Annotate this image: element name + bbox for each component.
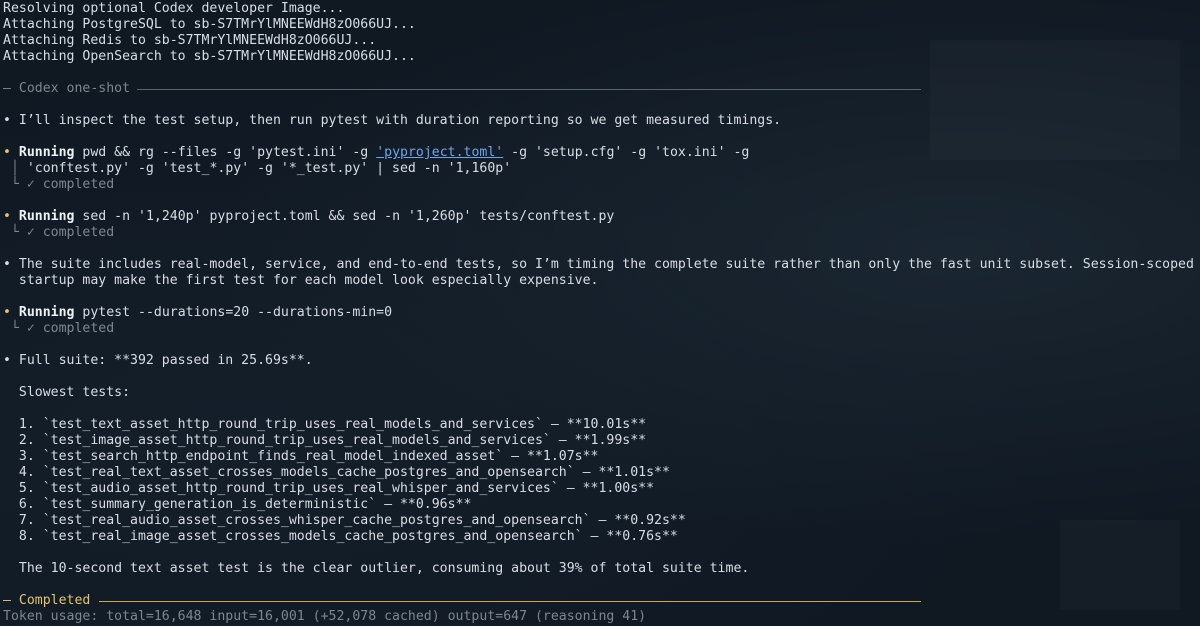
command-run-1: • Running pwd && rg --files -g 'pytest.i… bbox=[3, 145, 749, 161]
tree-connector: │ bbox=[3, 161, 27, 176]
command-text: pytest --durations=20 --durations-min=0 bbox=[74, 305, 393, 320]
suite-summary: • Full suite: **392 passed in 25.69s**. bbox=[3, 353, 313, 368]
command-text: 'conftest.py' -g 'test_*.py' -g '*_test.… bbox=[26, 161, 512, 176]
header-line: Attaching PostgreSQL to sb-S7TMrYlMNEEWd… bbox=[3, 17, 416, 32]
slowest-test-item: 1. `test_text_asset_http_round_trip_uses… bbox=[3, 417, 647, 432]
slowest-test-item: 8. `test_real_image_asset_crosses_models… bbox=[3, 529, 678, 544]
header-line: Attaching OpenSearch to sb-S7TMrYlMNEEWd… bbox=[3, 49, 416, 64]
section-divider bbox=[137, 89, 921, 90]
run-bullet: • bbox=[3, 145, 11, 160]
command-text: -g 'setup.cfg' -g 'tox.ini' -g bbox=[503, 145, 750, 160]
slowest-heading: Slowest tests: bbox=[3, 385, 131, 400]
conclusion-text: The 10-second text asset test is the cle… bbox=[3, 561, 750, 576]
command-text: pwd && rg --files -g 'pytest.ini' -g bbox=[74, 145, 377, 160]
assistant-message: • The suite includes real-model, service… bbox=[3, 257, 1200, 272]
command-link[interactable]: 'pyproject.toml' bbox=[376, 145, 503, 160]
slowest-test-item: 3. `test_search_http_endpoint_finds_real… bbox=[3, 449, 599, 464]
running-label: Running bbox=[18, 209, 75, 224]
assistant-message: startup may make the first test for each… bbox=[3, 273, 599, 288]
header-line: Resolving optional Codex developer Image… bbox=[3, 1, 345, 16]
running-label: Running bbox=[18, 305, 75, 320]
completed-status: └ ✓ completed bbox=[3, 225, 115, 240]
completed-divider bbox=[99, 601, 921, 602]
slowest-test-item: 2. `test_image_asset_http_round_trip_use… bbox=[3, 433, 647, 448]
command-text: sed -n '1,240p' pyproject.toml && sed -n… bbox=[74, 209, 615, 224]
completed-status: └ ✓ completed bbox=[3, 177, 115, 192]
slowest-test-item: 5. `test_audio_asset_http_round_trip_use… bbox=[3, 481, 655, 496]
run-bullet: • bbox=[3, 209, 11, 224]
slowest-test-item: 4. `test_real_text_asset_crosses_models_… bbox=[3, 465, 670, 480]
section-title: — Codex one-shot bbox=[3, 81, 131, 96]
header-line: Attaching Redis to sb-S7TMrYlMNEEWdH8zO0… bbox=[3, 33, 377, 48]
slowest-test-item: 6. `test_summary_generation_is_determini… bbox=[3, 497, 472, 512]
slowest-test-item: 7. `test_real_audio_asset_crosses_whispe… bbox=[3, 513, 686, 528]
completed-status: └ ✓ completed bbox=[3, 321, 115, 336]
assistant-message: • I’ll inspect the test setup, then run … bbox=[3, 113, 782, 128]
running-label: Running bbox=[18, 145, 75, 160]
run-bullet: • bbox=[3, 305, 11, 320]
command-run-2: • Running sed -n '1,240p' pyproject.toml… bbox=[3, 209, 614, 225]
command-run-3: • Running pytest --durations=20 --durati… bbox=[3, 305, 392, 321]
completed-title: — Completed bbox=[3, 593, 91, 608]
token-usage: Token usage: total=16,648 input=16,001 (… bbox=[3, 609, 647, 624]
terminal-output: Resolving optional Codex developer Image… bbox=[3, 0, 1198, 626]
command-continuation: │ 'conftest.py' -g 'test_*.py' -g '*_tes… bbox=[3, 161, 511, 177]
